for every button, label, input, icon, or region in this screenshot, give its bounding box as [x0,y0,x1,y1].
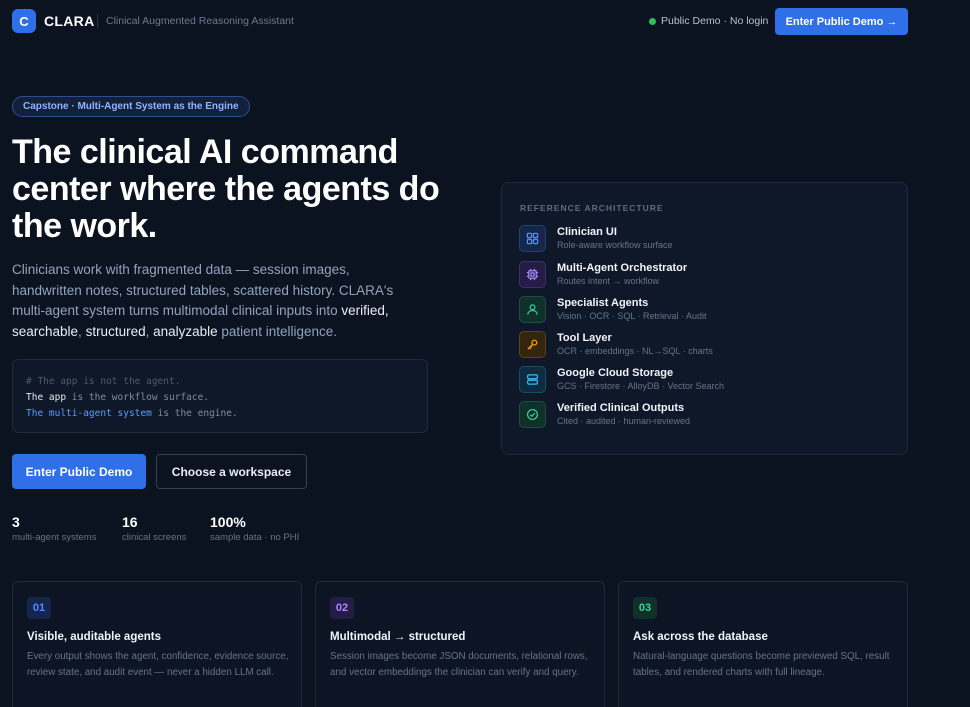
feature-description: Session images become JSON documents, re… [330,651,588,678]
hero-title-line: the work. [12,207,157,245]
feature-card: 01 Visible, auditable agents Every outpu… [12,581,302,707]
cpu-icon [519,261,546,288]
architecture-layer-cloud-storage: Google Cloud Storage GCS · Firestore · A… [519,366,879,394]
layer-description: Vision · OCR · SQL · Retrieval · Audit [557,311,707,321]
enter-demo-button[interactable]: Enter Public Demo [12,454,146,489]
code-text: is the workflow surface. [66,392,210,403]
layer-description: OCR · embeddings · NL→SQL · charts [557,346,713,356]
hero-desc-separator: , [145,323,154,339]
stat-label: sample data · no PHI [210,532,300,543]
hero-desc-separator: , [78,323,86,339]
code-snippet: # The app is not the agent. The app is t… [12,359,428,433]
feature-description: Natural-language questions become previe… [633,651,890,678]
feature-card: 03 Ask across the database Natural-langu… [618,581,908,707]
stat-label: clinical screens [122,532,187,543]
feature-card: 02 Multimodal → structured Session image… [315,581,605,707]
feature-title: Ask across the database [633,631,768,643]
demo-status: Public Demo · No login [649,15,768,27]
code-line: The multi-agent system is the engine. [26,406,414,422]
hero-desc-highlight: searchable [12,323,79,339]
hero-title-line: center where the agents do [12,170,440,208]
hero-desc-highlight: structured [85,323,146,339]
status-dot-icon [649,17,656,25]
choose-workspace-button[interactable]: Choose a workspace [156,454,307,489]
layer-name: Google Cloud Storage [557,367,674,379]
layer-name: Clinician UI [557,226,617,238]
demo-status-label: Public Demo · No login [661,15,769,27]
layer-description: Cited · audited · human-reviewed [557,416,691,426]
hero-desc-text: Clinicians work with fragmented data — s… [12,262,394,318]
layer-name: Multi-Agent Orchestrator [557,262,688,274]
architecture-layer-specialist-agents: Specialist Agents Vision · OCR · SQL · R… [519,296,879,324]
code-text: is the engine. [151,408,238,419]
layer-description: GCS · Firestore · AlloyDB · Vector Searc… [557,381,725,391]
brand-tagline: Clinical Augmented Reasoning Assistant [106,15,294,27]
top-bar: C CLARA Clinical Augmented Reasoning Ass… [0,0,970,44]
hero-desc-highlight: analyzable [153,323,218,339]
feature-description: Every output shows the agent, confidence… [27,651,289,678]
architecture-layer-orchestrator: Multi-Agent Orchestrator Routes intent →… [519,261,879,289]
hero-description: Clinicians work with fragmented data — s… [12,260,422,342]
stat-value: 100% [210,514,246,530]
layer-description: Routes intent → workflow [557,276,660,286]
grid-icon [519,225,546,252]
hero-desc-highlight: verified, [341,303,389,318]
user-icon [519,296,546,323]
feature-title: Visible, auditable agents [27,631,161,643]
layer-name: Tool Layer [557,332,612,344]
feature-title: Multimodal → structured [330,631,466,643]
hero-title-line: The clinical AI command [12,133,398,171]
hero-desc-text: patient intelligence. [217,323,337,339]
brand-divider [97,14,98,28]
header-enter-demo-button[interactable]: Enter Public Demo → [775,8,908,35]
stat-item: 100% sample data · no PHI [210,514,299,543]
code-comment: # The app is not the agent. [26,376,181,387]
layer-name: Specialist Agents [557,297,649,309]
check-circle-icon [519,401,546,428]
stat-value: 3 [12,514,20,530]
architecture-layer-tool-layer: Tool Layer OCR · embeddings · NL→SQL · c… [519,331,879,359]
architecture-layer-clinician-ui: Clinician UI Role-aware workflow surface [519,225,879,253]
code-keyword: The multi-agent system [26,408,152,419]
stat-item: 16 clinical screens [122,514,186,543]
stat-item: 3 multi-agent systems [12,514,96,543]
key-icon [519,331,546,358]
logo-badge[interactable]: C [12,9,36,33]
code-keyword: The app [26,392,67,403]
layer-name: Verified Clinical Outputs [557,402,685,414]
feature-number: 01 [27,597,51,619]
brand-name[interactable]: CLARA [44,13,95,29]
architecture-layer-verified-outputs: Verified Clinical Outputs Cited · audite… [519,401,879,429]
reference-architecture-panel: REFERENCE ARCHITECTURE Clinician UI Role… [501,182,908,455]
code-line: The app is the workflow surface. [26,390,414,406]
feature-number: 03 [633,597,657,619]
database-icon [519,366,546,393]
architecture-title: REFERENCE ARCHITECTURE [520,203,664,213]
stat-label: multi-agent systems [12,532,97,543]
feature-number: 02 [330,597,354,619]
capstone-pill: Capstone · Multi-Agent System as the Eng… [12,96,250,117]
layer-description: Role-aware workflow surface [557,240,673,250]
stat-value: 16 [122,514,138,530]
hero-title: The clinical AI command center where the… [12,134,482,245]
